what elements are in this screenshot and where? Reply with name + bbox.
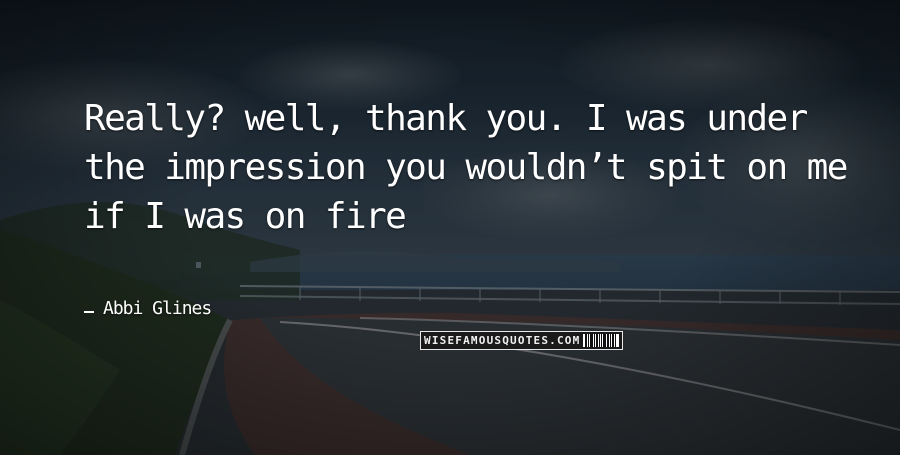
barcode-icon (583, 334, 620, 347)
quote-text: Really? well, thank you. I was under the… (84, 98, 848, 237)
watermark-text: WISEFAMOUSQUOTES.COM (424, 334, 581, 347)
quote-image: Really? well, thank you. I was under the… (0, 0, 900, 455)
author-name: Abbi Glines (103, 298, 212, 319)
author-dash (84, 311, 94, 313)
watermark-logo: WISEFAMOUSQUOTES.COM (420, 331, 624, 350)
